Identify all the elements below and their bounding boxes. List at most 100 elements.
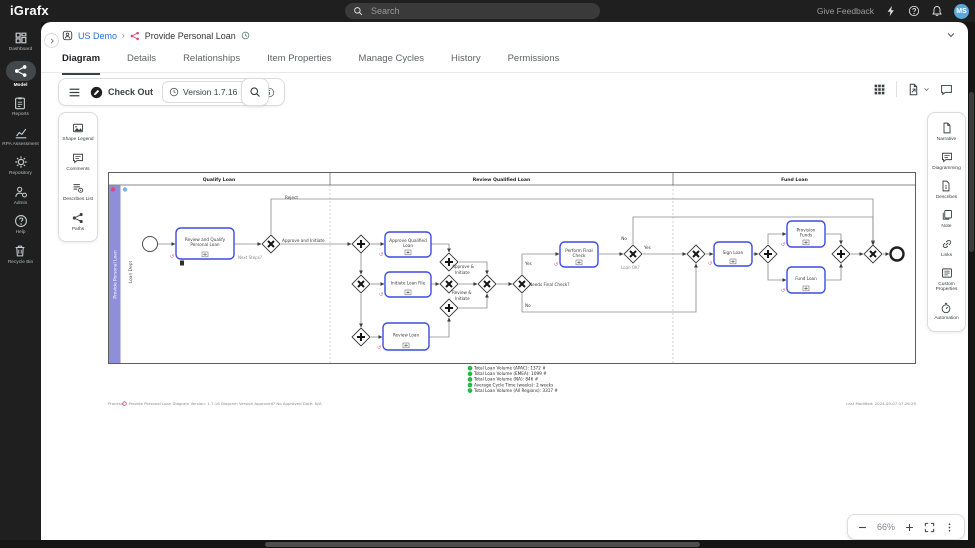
- paths-button[interactable]: Paths: [72, 212, 84, 232]
- more-options-icon[interactable]: [944, 522, 955, 533]
- resource-icon: ↺: [377, 345, 381, 351]
- collapse-panel-button[interactable]: [44, 33, 59, 48]
- phase-label: Review Qualified Loan: [473, 177, 530, 183]
- toolbar-divider: [896, 81, 897, 97]
- reports-icon: [13, 96, 27, 110]
- describes-icon: [940, 180, 952, 192]
- vertical-scrollbar[interactable]: [968, 22, 975, 540]
- sidebar-item-label: Admin: [13, 200, 28, 206]
- left-tools-panel: Shape Legend Comments Describes List Pat…: [58, 112, 98, 243]
- resource-icon: ↺: [781, 242, 785, 248]
- sidebar-item-help[interactable]: Help: [14, 214, 28, 236]
- zoom-in-icon[interactable]: [904, 522, 915, 533]
- legend-dot: [467, 377, 473, 382]
- custom-properties-button[interactable]: Custom Properties: [930, 267, 963, 293]
- menu-icon[interactable]: [68, 86, 81, 99]
- diagram-search-button[interactable]: [241, 78, 269, 106]
- export-button[interactable]: [907, 83, 930, 96]
- comments-icon: [72, 152, 84, 164]
- give-feedback-link[interactable]: Give Feedback: [817, 6, 874, 16]
- task-initiate-loan-file[interactable]: Initiate Loan File ↺: [379, 271, 432, 298]
- whats-new-icon[interactable]: [885, 5, 897, 17]
- panel-item-label: Links: [940, 252, 953, 258]
- version-label: Version 1.7.16: [183, 87, 238, 97]
- links-button[interactable]: Links: [941, 238, 953, 258]
- resource-icon: ↺: [554, 262, 558, 268]
- shape-legend-icon: [72, 122, 84, 134]
- sidebar-item-admin[interactable]: Admin: [14, 185, 28, 207]
- panel-item-label: Comments: [66, 166, 90, 172]
- task-fund-loan[interactable]: Fund Loan ↺: [781, 266, 826, 294]
- department-lane-label: Loan Dept: [128, 260, 134, 283]
- svg-text:Funds: Funds: [800, 233, 812, 238]
- global-search[interactable]: [345, 3, 600, 19]
- panel-item-label: Custom Properties: [935, 281, 958, 293]
- task-sign-loan[interactable]: Sign Loan ↺: [708, 241, 753, 267]
- task-perform-final-check[interactable]: Perform FinalCheck↺: [554, 241, 599, 268]
- shape-library-icon[interactable]: [873, 83, 886, 96]
- panel-item-label: Describes List: [62, 196, 94, 202]
- collapse-header-chevron-icon[interactable]: [946, 30, 956, 40]
- check-out-button[interactable]: Check Out: [90, 86, 153, 99]
- narrative-button[interactable]: Narrative: [937, 122, 956, 142]
- comment-icon[interactable]: [940, 83, 953, 96]
- task-review-loan[interactable]: Review Loan ↺: [377, 322, 430, 351]
- flow-label: Yes: [643, 245, 651, 250]
- flow-label: Initiate: [455, 296, 470, 301]
- lane-annotation-icon[interactable]: [110, 187, 116, 192]
- left-nav-rail: Dashboard Model Reports RPA Assessment R…: [0, 22, 41, 548]
- horizontal-scrollbar[interactable]: [0, 540, 975, 548]
- diagram-footer-right: Last Modified: 2024-05-07 07:26:29: [846, 401, 916, 406]
- phase-label: Fund Loan: [781, 177, 808, 183]
- sidebar-item-repository[interactable]: Repository: [9, 155, 32, 177]
- shape-legend-button[interactable]: Shape Legend: [62, 122, 94, 142]
- paths-icon: [72, 212, 84, 224]
- flow-label: Initiate: [455, 270, 470, 275]
- version-clock-icon: [169, 87, 179, 97]
- note-button[interactable]: Note: [941, 209, 953, 229]
- zoom-level: 66%: [877, 522, 896, 532]
- notifications-icon[interactable]: [931, 5, 943, 17]
- organization-icon: [62, 30, 73, 41]
- panel-item-label: Narrative: [936, 136, 957, 142]
- panel-item-label: Note: [941, 223, 952, 229]
- task-approve-qualified-loan[interactable]: Approve QualifiedLoan↺: [379, 231, 432, 258]
- sidebar-item-model[interactable]: Model: [5, 60, 36, 89]
- svg-text:Initiate Loan File: Initiate Loan File: [391, 281, 426, 286]
- custom-properties-icon: [941, 267, 953, 279]
- search-input[interactable]: [369, 5, 592, 17]
- fullscreen-icon[interactable]: [924, 522, 935, 533]
- lane-comment-icon[interactable]: [122, 187, 128, 192]
- describes-button[interactable]: Describes: [936, 180, 957, 200]
- sidebar-item-recycle-bin[interactable]: Recycle Bin: [8, 244, 33, 266]
- task-provision-funds[interactable]: ProvisionFunds↺: [781, 220, 826, 248]
- start-event[interactable]: [142, 236, 158, 252]
- end-event[interactable]: [889, 246, 905, 262]
- svg-text:Sign Loan: Sign Loan: [723, 250, 744, 255]
- zoom-out-icon[interactable]: [857, 522, 868, 533]
- rpa-assessment-icon: [14, 126, 28, 140]
- sidebar-item-reports[interactable]: Reports: [12, 96, 29, 118]
- resource-icon: ↺: [708, 261, 712, 267]
- legend-dot: [467, 382, 473, 388]
- diagramming-button[interactable]: Diagramming: [932, 151, 961, 171]
- horizontal-scrollbar-thumb[interactable]: [265, 541, 700, 547]
- automation-button[interactable]: Automation: [934, 302, 959, 322]
- flow-label: Approve &: [452, 264, 475, 269]
- avatar[interactable]: MS: [954, 3, 969, 19]
- repository-icon: [14, 155, 28, 169]
- sidebar-item-label: Model: [13, 82, 28, 88]
- legend-item: Total Loan Volume (NA): 846 #: [473, 377, 539, 382]
- flow-label: Loan OK?: [621, 265, 640, 270]
- describes-list-button[interactable]: Describes List: [63, 182, 93, 202]
- diagram-canvas[interactable]: Qualify Loan Review Qualified Loan Fund Lo…: [108, 172, 917, 408]
- toolbar-right-group: [873, 81, 953, 97]
- sidebar-item-label: Help: [15, 230, 26, 236]
- comments-button[interactable]: Comments: [66, 152, 90, 172]
- vertical-scrollbar-thumb[interactable]: [969, 92, 974, 252]
- breadcrumb-parent-link[interactable]: US Demo: [78, 31, 117, 41]
- sidebar-item-rpa-assessment[interactable]: RPA Assessment: [2, 126, 39, 148]
- sidebar-item-dashboard[interactable]: Dashboard: [9, 31, 32, 53]
- phase-label: Qualify Loan: [203, 177, 235, 183]
- help-icon[interactable]: [908, 5, 920, 17]
